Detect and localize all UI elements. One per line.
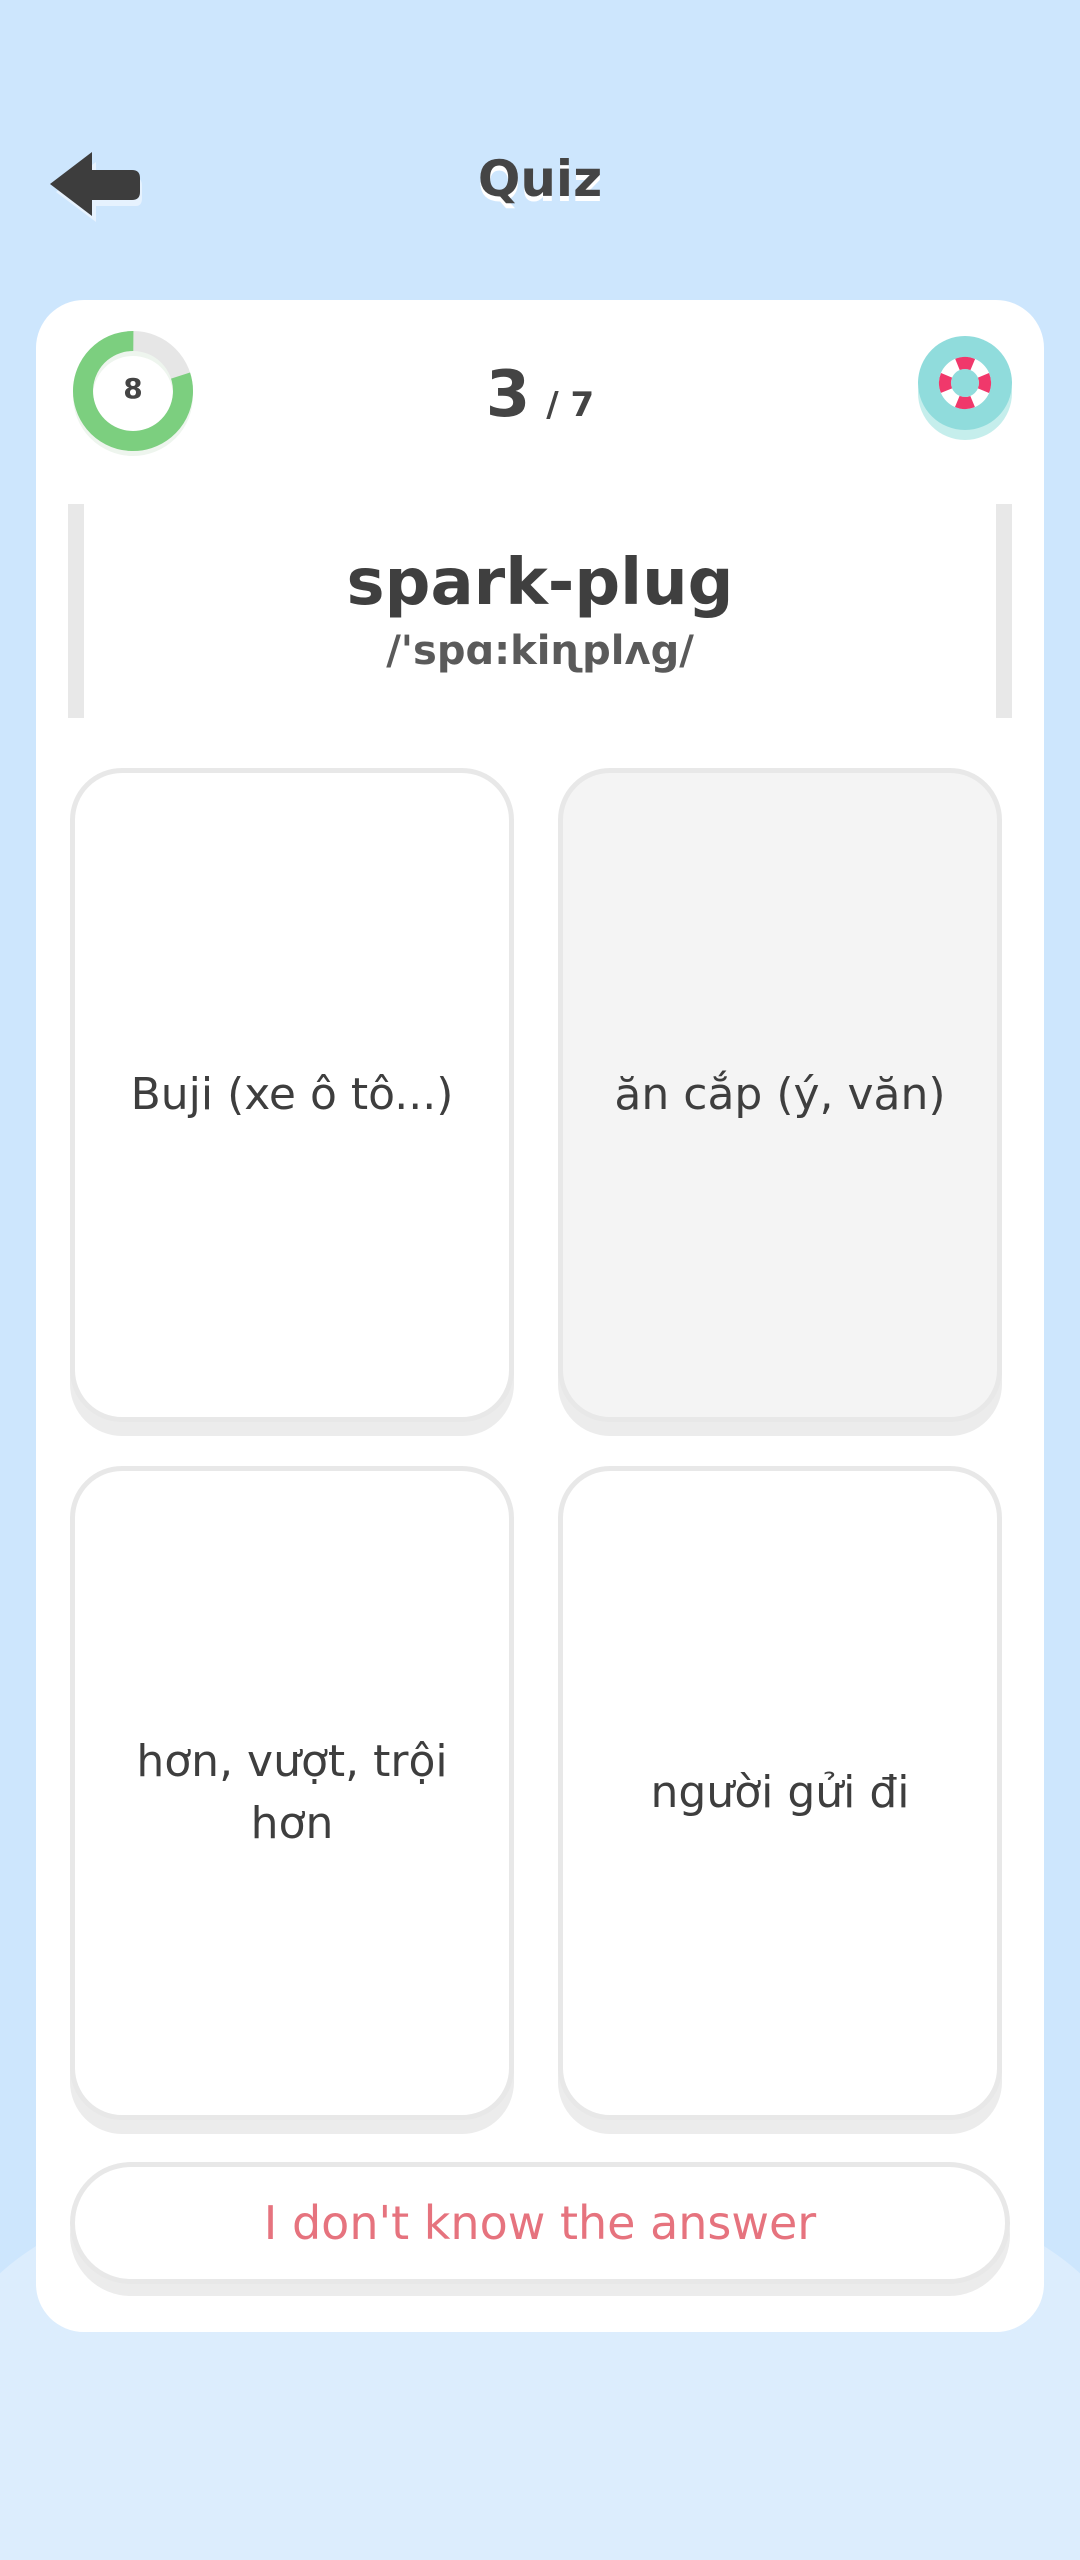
word-phonetic: /'spɑ:kiɳplʌg/ <box>386 628 694 674</box>
quiz-word: spark-plug <box>346 546 734 620</box>
answer-option-label: người gửi đi <box>650 1767 910 1818</box>
page-title: Quiz <box>477 150 603 208</box>
word-panel: spark-plug /'spɑ:kiɳplʌg/ <box>68 504 1012 718</box>
answer-option-2[interactable]: ăn cắp (ý, văn) <box>558 768 1002 1422</box>
answer-option-1[interactable]: Buji (xe ô tô...) <box>70 768 514 1422</box>
help-button[interactable] <box>918 336 1012 440</box>
current-question-number: 3 <box>485 358 531 432</box>
quiz-card: 8 3/ 7 spark-plug /'spɑ:kiɳplʌg/ Buji (x… <box>36 300 1044 2332</box>
total-questions: / 7 <box>546 385 595 425</box>
answer-option-3[interactable]: hơn, vượt, trội hơn <box>70 1466 514 2120</box>
lifebuoy-icon <box>939 357 991 409</box>
answer-option-4[interactable]: người gửi đi <box>558 1466 1002 2120</box>
answer-option-label: hơn, vượt, trội hơn <box>136 1736 448 1849</box>
answer-option-label: ăn cắp (ý, văn) <box>614 1069 946 1120</box>
dont-know-label: I don't know the answer <box>263 2196 817 2250</box>
answer-option-label: Buji (xe ô tô...) <box>130 1069 454 1120</box>
dont-know-button[interactable]: I don't know the answer <box>70 2162 1010 2284</box>
question-progress: 3 / 7 <box>36 358 1044 432</box>
